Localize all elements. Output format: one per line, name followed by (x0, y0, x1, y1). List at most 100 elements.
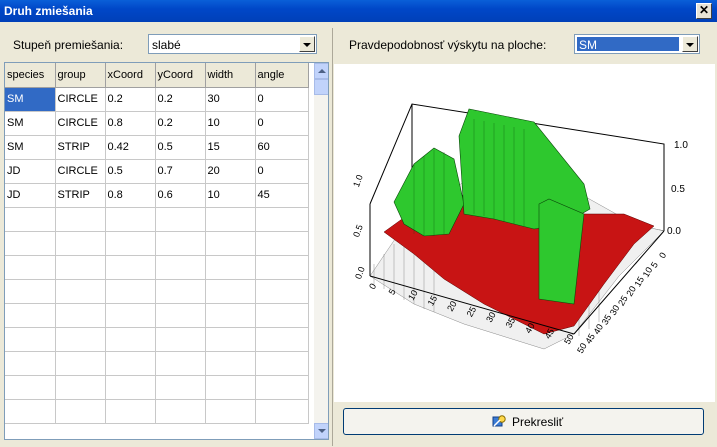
table-cell[interactable]: CIRCLE (55, 111, 106, 136)
table-cell[interactable]: STRIP (55, 183, 106, 208)
data-grid[interactable]: species group xCoord yCoord width angle … (4, 62, 329, 440)
table-cell[interactable] (205, 279, 256, 304)
table-cell[interactable] (155, 207, 206, 232)
table-cell[interactable] (105, 207, 156, 232)
table-cell[interactable] (105, 327, 156, 352)
table-cell[interactable] (155, 255, 206, 280)
table-cell[interactable] (205, 351, 256, 376)
table-cell[interactable] (155, 375, 206, 400)
vertical-scrollbar[interactable] (314, 63, 328, 439)
table-cell[interactable] (205, 255, 256, 280)
table-cell[interactable] (155, 303, 206, 328)
table-cell[interactable]: 0 (255, 111, 309, 136)
table-cell[interactable] (155, 327, 206, 352)
table-cell[interactable] (205, 303, 256, 328)
table-cell[interactable] (205, 375, 256, 400)
table-cell[interactable] (105, 303, 156, 328)
column-header[interactable]: angle (255, 63, 309, 88)
close-button[interactable]: ✕ (696, 3, 712, 19)
chevron-down-icon[interactable] (299, 36, 315, 52)
column-header[interactable]: width (205, 63, 256, 88)
table-cell[interactable] (255, 255, 309, 280)
table-cell[interactable] (5, 375, 56, 400)
table-cell[interactable] (255, 303, 309, 328)
table-cell[interactable]: 0.6 (155, 183, 206, 208)
table-cell[interactable] (155, 231, 206, 256)
table-cell[interactable] (205, 231, 256, 256)
table-cell[interactable] (5, 351, 56, 376)
table-cell[interactable] (5, 399, 56, 424)
table-cell[interactable] (155, 351, 206, 376)
probability-select[interactable]: SM (574, 34, 700, 54)
table-cell[interactable] (5, 207, 56, 232)
table-cell[interactable] (5, 255, 56, 280)
table-cell[interactable]: 0.2 (155, 111, 206, 136)
table-cell[interactable] (255, 279, 309, 304)
table-cell[interactable] (105, 399, 156, 424)
table-cell[interactable] (255, 231, 309, 256)
scroll-down-icon[interactable] (314, 423, 328, 439)
table-cell[interactable] (205, 327, 256, 352)
table-cell[interactable]: 20 (205, 159, 256, 184)
table-cell[interactable]: JD (5, 159, 56, 184)
mixing-select[interactable]: slabé (148, 34, 317, 54)
table-cell[interactable] (255, 207, 309, 232)
table-cell[interactable] (255, 351, 309, 376)
table-cell[interactable] (5, 327, 56, 352)
table-row-empty[interactable] (5, 207, 309, 232)
table-cell[interactable] (55, 399, 106, 424)
table-cell[interactable]: 10 (205, 183, 256, 208)
table-row-empty[interactable] (5, 375, 309, 400)
table-cell[interactable]: 0 (255, 87, 309, 112)
table-cell[interactable] (5, 303, 56, 328)
table-cell[interactable] (55, 255, 106, 280)
table-row[interactable]: SM STRIP 0.42 0.5 15 60 (5, 135, 309, 160)
table-cell[interactable] (55, 207, 106, 232)
table-cell[interactable] (105, 279, 156, 304)
table-cell[interactable] (55, 303, 106, 328)
table-cell[interactable] (55, 279, 106, 304)
table-cell[interactable] (5, 231, 56, 256)
table-cell[interactable]: 0.2 (105, 87, 156, 112)
table-cell[interactable]: 0.42 (105, 135, 156, 160)
table-cell[interactable] (55, 351, 106, 376)
table-cell[interactable]: 0.5 (105, 159, 156, 184)
table-row-empty[interactable] (5, 351, 309, 376)
scroll-thumb[interactable] (314, 79, 328, 95)
table-cell[interactable] (105, 351, 156, 376)
table-cell[interactable]: CIRCLE (55, 159, 106, 184)
column-header[interactable]: yCoord (155, 63, 206, 88)
table-cell[interactable] (155, 279, 206, 304)
table-cell[interactable]: 0 (255, 159, 309, 184)
table-cell[interactable] (105, 231, 156, 256)
table-row[interactable]: JD STRIP 0.8 0.6 10 45 (5, 183, 309, 208)
table-cell[interactable] (55, 231, 106, 256)
column-header[interactable]: xCoord (105, 63, 156, 88)
table-row-empty[interactable] (5, 399, 309, 424)
table-cell[interactable]: SM (5, 87, 56, 112)
table-cell[interactable] (205, 207, 256, 232)
table-cell[interactable] (155, 399, 206, 424)
table-cell[interactable]: SM (5, 135, 56, 160)
table-cell[interactable]: 0.5 (155, 135, 206, 160)
table-cell[interactable]: SM (5, 111, 56, 136)
table-cell[interactable]: 60 (255, 135, 309, 160)
column-header[interactable]: group (55, 63, 106, 88)
table-cell[interactable] (255, 375, 309, 400)
table-cell[interactable]: 45 (255, 183, 309, 208)
table-cell[interactable]: 30 (205, 87, 256, 112)
table-row-empty[interactable] (5, 303, 309, 328)
table-cell[interactable] (55, 375, 106, 400)
table-row-empty[interactable] (5, 327, 309, 352)
table-row[interactable]: SM CIRCLE 0.2 0.2 30 0 (5, 87, 309, 112)
table-cell[interactable]: JD (5, 183, 56, 208)
table-cell[interactable]: 10 (205, 111, 256, 136)
table-cell[interactable] (55, 327, 106, 352)
scroll-up-icon[interactable] (314, 63, 328, 79)
table-cell[interactable] (105, 255, 156, 280)
table-row[interactable]: JD CIRCLE 0.5 0.7 20 0 (5, 159, 309, 184)
table-row-empty[interactable] (5, 231, 309, 256)
table-cell[interactable] (105, 375, 156, 400)
table-cell[interactable]: 0.7 (155, 159, 206, 184)
table-cell[interactable] (255, 399, 309, 424)
